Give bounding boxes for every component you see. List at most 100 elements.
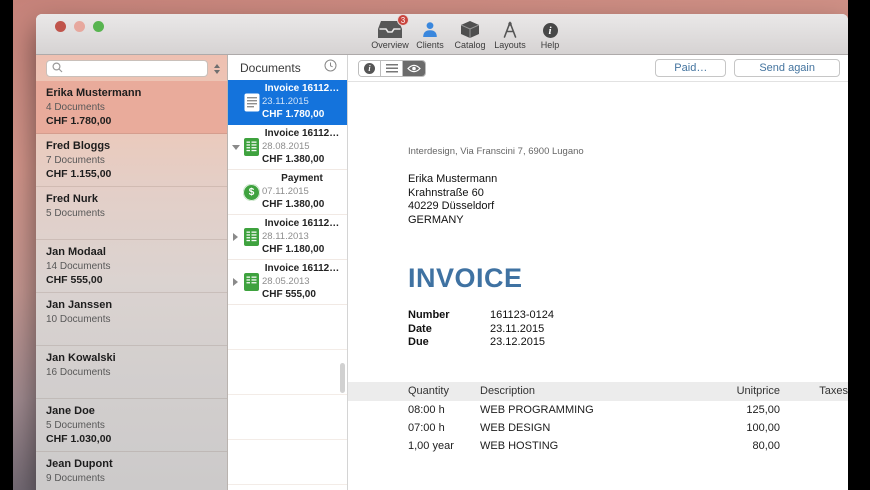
chevron-up-icon (214, 64, 220, 68)
invoice-icon (241, 273, 262, 291)
client-name: Jane Doe (46, 405, 217, 418)
list-view-button[interactable] (381, 61, 403, 76)
toolbar-label: Overview (371, 40, 409, 50)
document-title: Payment (262, 173, 342, 185)
list-icon (386, 61, 398, 76)
empty-row (228, 440, 347, 485)
toolbar-item-help[interactable]: i Help (530, 17, 570, 50)
toolbar-label: Catalog (454, 40, 485, 50)
invoice-heading: INVOICE (408, 263, 848, 294)
document-amount: CHF 1.380,00 (262, 199, 342, 211)
document-row[interactable]: Invoice 16112… 28.11.2013 CHF 1.180,00 (228, 215, 347, 260)
cell-unitprice: 125,00 (720, 404, 780, 416)
paid-button[interactable]: Paid… (655, 59, 726, 77)
client-name: Fred Nurk (46, 193, 217, 206)
document-row[interactable]: Invoice 16112… 28.05.2013 CHF 555,00 (228, 260, 347, 305)
close-window-button[interactable] (55, 21, 66, 32)
client-amount: CHF 555,00 (46, 274, 217, 287)
invoice-document: Interdesign, Via Franscini 7, 6900 Lugan… (348, 82, 848, 490)
payment-dollar-icon: $ (241, 184, 262, 201)
preview-view-button[interactable] (403, 61, 425, 76)
overview-badge: 3 (397, 14, 409, 26)
toolbar-item-layouts[interactable]: Layouts (490, 17, 530, 50)
client-row[interactable]: Jan Kowalski 16 Documents (36, 346, 227, 399)
person-icon (422, 17, 438, 38)
cell-unitprice: 80,00 (720, 440, 780, 452)
client-name: Jan Modaal (46, 246, 217, 259)
client-doc-count: 7 Documents (46, 154, 217, 167)
recipient-address: Erika Mustermann Krahnstraße 60 40229 Dü… (408, 173, 848, 227)
search-scope-stepper[interactable] (212, 64, 221, 74)
client-row[interactable]: Jan Janssen 10 Documents (36, 293, 227, 346)
toolbar-item-catalog[interactable]: Catalog (450, 17, 490, 50)
client-row[interactable]: Jane Doe 5 Documents CHF 1.030,00 (36, 399, 227, 452)
document-row-payment[interactable]: $ Payment 07.11.2015 CHF 1.380,00 (228, 170, 347, 215)
invoice-number-label: Number (408, 309, 490, 323)
cell-description: WEB HOSTING (480, 440, 720, 452)
invoice-preview-pane: i Paid… Send again (348, 55, 848, 490)
column-header-unitprice: Unitprice (720, 385, 780, 397)
client-doc-count: 4 Documents (46, 101, 217, 114)
info-view-button[interactable]: i (359, 61, 381, 76)
preview-toolbar: i Paid… Send again (348, 55, 848, 82)
invoice-icon (241, 138, 262, 156)
recipient-line: 40229 Düsseldorf (408, 200, 848, 214)
toolbar-label: Clients (416, 40, 444, 50)
document-row[interactable]: Invoice 16112… 28.08.2015 CHF 1.380,00 (228, 125, 347, 170)
cell-description: WEB PROGRAMMING (480, 404, 720, 416)
client-row[interactable]: Jean Dupont 9 Documents (36, 452, 227, 490)
zoom-window-button[interactable] (93, 21, 104, 32)
minimize-window-button[interactable] (74, 21, 85, 32)
recipient-line: Krahnstraße 60 (408, 187, 848, 201)
chevron-down-icon (214, 70, 220, 74)
app-window: 3 Overview Clients Catalog Lay (36, 14, 848, 490)
document-title: Invoice 16112… (262, 83, 342, 95)
window-controls (55, 21, 104, 32)
compass-icon (502, 17, 518, 38)
disclosure-triangle-collapsed[interactable] (230, 278, 241, 286)
box-icon (461, 17, 479, 38)
document-date: 23.11.2015 (262, 96, 342, 108)
triangle-right-icon (233, 233, 238, 241)
client-name: Jan Kowalski (46, 352, 217, 365)
cell-quantity: 1,00 year (408, 440, 480, 452)
toolbar-item-clients[interactable]: Clients (410, 17, 450, 50)
invoice-number-value: 161123-0124 (490, 309, 554, 323)
client-row[interactable]: Erika Mustermann 4 Documents CHF 1.780,0… (36, 81, 227, 134)
client-row[interactable]: Fred Nurk 5 Documents (36, 187, 227, 240)
document-title: Invoice 16112… (262, 263, 342, 275)
search-row (36, 55, 227, 81)
document-title: Invoice 16112… (262, 128, 342, 140)
documents-panel-title: Documents (240, 61, 301, 75)
invoice-icon (241, 228, 262, 246)
send-again-button[interactable]: Send again (734, 59, 840, 77)
column-header-description: Description (480, 385, 720, 397)
document-amount: CHF 1.180,00 (262, 244, 342, 256)
client-row[interactable]: Jan Modaal 14 Documents CHF 555,00 (36, 240, 227, 293)
table-header-row: Quantity Description Unitprice Taxes (348, 382, 848, 401)
document-row[interactable]: Invoice 16112… 23.11.2015 CHF 1.780,00 (228, 80, 347, 125)
document-amount: CHF 1.780,00 (262, 109, 342, 121)
document-amount: CHF 1.380,00 (262, 154, 342, 166)
client-amount: CHF 1.030,00 (46, 433, 217, 446)
invoice-date-label: Date (408, 323, 490, 337)
search-input[interactable] (66, 63, 202, 74)
document-date: 28.08.2015 (262, 141, 342, 153)
client-row[interactable]: Fred Bloggs 7 Documents CHF 1.155,00 (36, 134, 227, 187)
documents-panel: Documents Invoice 16112… 23.11.2015 CHF … (228, 55, 348, 490)
client-doc-count: 14 Documents (46, 260, 217, 273)
main-toolbar: 3 Overview Clients Catalog Lay (370, 17, 570, 50)
client-amount (46, 221, 217, 234)
search-field[interactable] (46, 60, 208, 77)
scrollbar-thumb[interactable] (340, 363, 345, 393)
clients-sidebar: Erika Mustermann 4 Documents CHF 1.780,0… (36, 55, 228, 490)
tray-icon: 3 (378, 17, 402, 38)
triangle-right-icon (233, 278, 238, 286)
disclosure-triangle-expanded[interactable] (230, 145, 241, 150)
help-icon: i (543, 17, 558, 38)
clock-icon[interactable] (324, 59, 337, 77)
client-name: Jan Janssen (46, 299, 217, 312)
disclosure-triangle-collapsed[interactable] (230, 233, 241, 241)
table-row: 08:00 h WEB PROGRAMMING 125,00 (348, 401, 848, 419)
toolbar-item-overview[interactable]: 3 Overview (370, 17, 410, 50)
